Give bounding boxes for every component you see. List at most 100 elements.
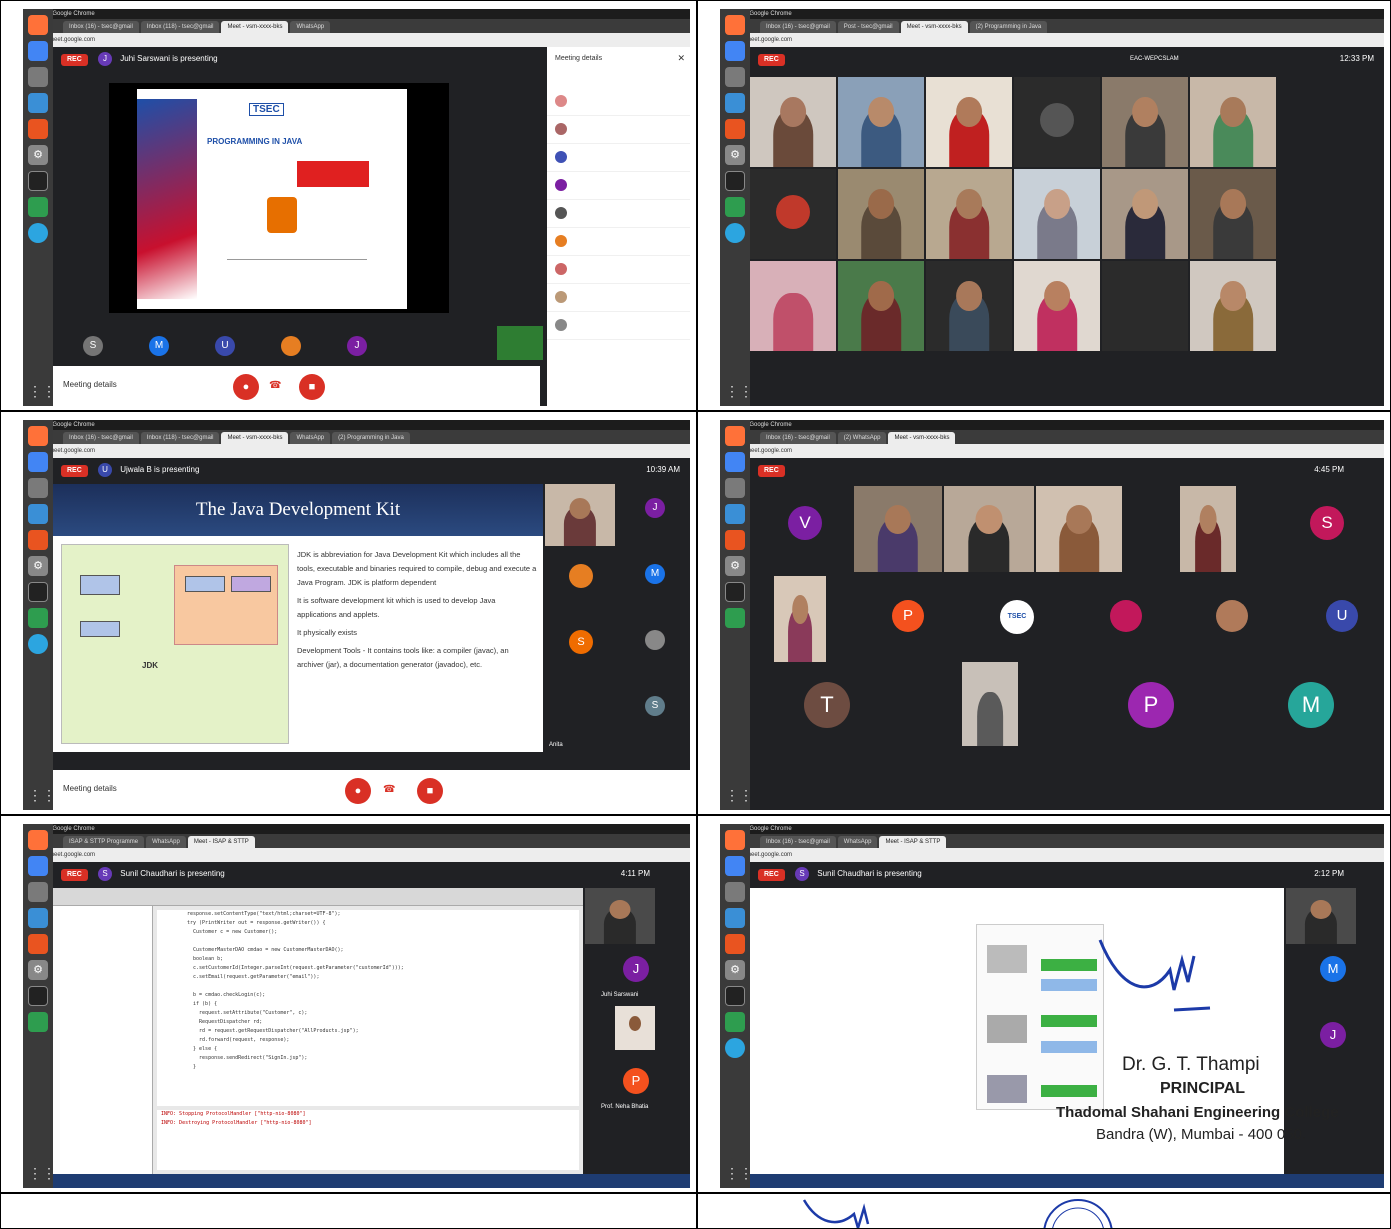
tab[interactable]: Post - tsec@gmail <box>837 21 899 33</box>
participant-avatar[interactable]: M <box>1320 956 1346 982</box>
writer-icon[interactable] <box>725 504 745 524</box>
participant-avatar[interactable]: M <box>645 564 665 584</box>
video-tile[interactable] <box>1014 261 1100 351</box>
tab[interactable]: ISAP & STTP Programme <box>63 836 145 848</box>
video-tile[interactable] <box>838 261 924 351</box>
tab[interactable]: WhatsApp <box>290 21 331 33</box>
tab-meet[interactable]: Meet - vsm-xxxx-bks <box>221 21 289 33</box>
video-tile[interactable] <box>926 77 1012 167</box>
participant-avatar[interactable]: P <box>1128 682 1174 728</box>
writer-icon[interactable] <box>28 93 48 113</box>
firefox-icon[interactable] <box>28 426 48 446</box>
video-tile[interactable] <box>585 888 655 944</box>
telegram-icon[interactable] <box>28 634 48 654</box>
participant-row[interactable] <box>547 172 690 200</box>
participant-avatar[interactable]: U <box>215 336 235 356</box>
software-icon[interactable] <box>725 934 745 954</box>
participant-avatar[interactable]: S <box>645 696 665 716</box>
tab[interactable]: Inbox (16) - tsec@gmail <box>760 836 836 848</box>
tab-meet[interactable]: Meet - vsm-xxxx-bks <box>888 432 956 444</box>
software-icon[interactable] <box>725 119 745 139</box>
participant-row[interactable] <box>547 312 690 340</box>
end-call-icon[interactable]: ☎ <box>383 784 395 795</box>
tab[interactable]: Inbox (16) - tsec@gmail <box>63 432 139 444</box>
address-bar[interactable]: meet.google.com <box>23 33 690 47</box>
terminal-icon[interactable] <box>725 582 745 602</box>
calc-icon[interactable] <box>725 197 745 217</box>
video-tile[interactable] <box>1014 169 1100 259</box>
participant-avatar[interactable]: S <box>83 336 103 356</box>
participant-row[interactable] <box>547 88 690 116</box>
chrome-icon[interactable] <box>28 41 48 61</box>
meeting-details-button[interactable]: Meeting details <box>63 380 117 389</box>
calc-icon[interactable] <box>28 608 48 628</box>
calc-icon[interactable] <box>28 1012 48 1032</box>
address-bar[interactable]: meet.google.com <box>23 444 690 458</box>
video-tile[interactable] <box>750 169 836 259</box>
files-icon[interactable] <box>28 67 48 87</box>
tab[interactable]: Inbox (16) - tsec@gmail <box>63 21 139 33</box>
tab-meet[interactable]: Meet - vsm-xxxx-bks <box>900 21 968 33</box>
software-icon[interactable] <box>725 530 745 550</box>
firefox-icon[interactable] <box>725 426 745 446</box>
participant-avatar[interactable]: P <box>892 600 924 632</box>
participant-avatar[interactable] <box>645 630 665 650</box>
participant-avatar[interactable]: V <box>788 506 822 540</box>
firefox-icon[interactable] <box>28 15 48 35</box>
participant-avatar[interactable] <box>281 336 301 356</box>
address-bar[interactable]: meet.google.com <box>720 444 1384 458</box>
tab-meet[interactable]: Meet - ISAP & STTP <box>879 836 947 848</box>
mic-off-icon[interactable]: ● <box>233 374 259 400</box>
terminal-icon[interactable] <box>725 171 745 191</box>
tab[interactable]: (2) Programming in Java <box>969 21 1048 33</box>
participant-row[interactable] <box>547 200 690 228</box>
terminal-icon[interactable] <box>28 171 48 191</box>
participant-avatar[interactable]: M <box>1288 682 1334 728</box>
participant-avatar[interactable]: J <box>347 336 367 356</box>
close-icon[interactable]: ✕ <box>677 53 685 64</box>
participant-avatar[interactable] <box>1110 600 1142 632</box>
tab-meet[interactable]: Meet - ISAP & STTP <box>187 836 255 848</box>
video-tile[interactable] <box>545 484 615 546</box>
participant-row[interactable] <box>547 256 690 284</box>
participant-avatar[interactable]: S <box>1310 506 1344 540</box>
software-icon[interactable] <box>28 934 48 954</box>
writer-icon[interactable] <box>28 504 48 524</box>
settings-icon[interactable]: ⚙ <box>725 960 745 980</box>
calc-icon[interactable] <box>28 197 48 217</box>
writer-icon[interactable] <box>725 93 745 113</box>
code-editor[interactable]: response.setContentType("text/html;chars… <box>157 910 579 1106</box>
participant-avatar[interactable]: U <box>1326 600 1358 632</box>
tab[interactable]: (2) Programming in Java <box>332 432 410 444</box>
participant-row[interactable] <box>547 228 690 256</box>
video-tile[interactable] <box>774 576 826 662</box>
settings-icon[interactable]: ⚙ <box>28 556 48 576</box>
video-tile[interactable] <box>926 261 1012 351</box>
participant-avatar[interactable]: S <box>569 630 593 654</box>
terminal-icon[interactable] <box>28 582 48 602</box>
video-tile[interactable] <box>944 486 1034 572</box>
video-tile[interactable] <box>838 77 924 167</box>
tab[interactable]: (2) WhatsApp <box>837 432 887 444</box>
terminal-icon[interactable] <box>28 986 48 1006</box>
video-tile[interactable] <box>926 169 1012 259</box>
camera-off-icon[interactable]: ■ <box>417 778 443 804</box>
tab[interactable]: WhatsApp <box>290 432 331 444</box>
calc-icon[interactable] <box>725 1012 745 1032</box>
settings-icon[interactable]: ⚙ <box>725 145 745 165</box>
tab[interactable]: Inbox (16) - tsec@gmail <box>760 432 836 444</box>
participant-row[interactable] <box>547 144 690 172</box>
participant-avatar[interactable]: J <box>645 498 665 518</box>
video-tile[interactable] <box>1286 888 1356 944</box>
video-tile[interactable] <box>1102 261 1188 351</box>
firefox-icon[interactable] <box>725 15 745 35</box>
chrome-icon[interactable] <box>28 452 48 472</box>
tab[interactable]: WhatsApp <box>837 836 878 848</box>
chrome-icon[interactable] <box>28 856 48 876</box>
mic-off-icon[interactable]: ● <box>345 778 371 804</box>
telegram-icon[interactable] <box>28 223 48 243</box>
video-tile[interactable] <box>1190 261 1276 351</box>
tab[interactable]: Inbox (118) - tsec@gmail <box>140 432 220 444</box>
firefox-icon[interactable] <box>28 830 48 850</box>
participant-avatar[interactable] <box>1216 600 1248 632</box>
